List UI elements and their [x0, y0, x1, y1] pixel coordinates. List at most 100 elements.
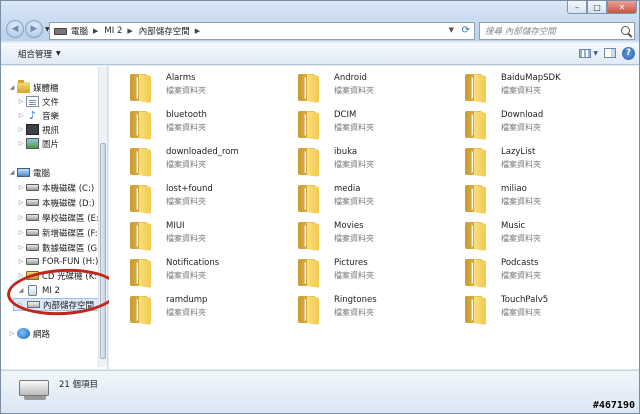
- nav-item-videos[interactable]: ▷ 視訊: [16, 123, 59, 136]
- navigation-buttons: ◀ ▶ ▼: [6, 20, 50, 38]
- folder-item[interactable]: Movies 檔案資料夾: [292, 220, 452, 254]
- nav-item-pictures[interactable]: ▷ 圖片: [16, 137, 59, 150]
- expand-icon[interactable]: ▷: [16, 258, 26, 265]
- maximize-button[interactable]: □: [587, 1, 607, 14]
- help-icon[interactable]: ?: [622, 46, 635, 60]
- collapse-icon[interactable]: ◢: [7, 84, 17, 91]
- expand-icon[interactable]: ▷: [7, 330, 17, 337]
- expand-icon[interactable]: ▷: [16, 184, 26, 191]
- folder-type: 檔案資料夾: [334, 271, 374, 280]
- folder-item[interactable]: Android 檔案資料夾: [292, 72, 452, 106]
- network-icon: [17, 328, 30, 339]
- folder-type: 檔案資料夾: [334, 86, 374, 95]
- folder-item[interactable]: Music 檔案資料夾: [459, 220, 619, 254]
- folder-type: 檔案資料夾: [334, 123, 374, 132]
- video-icon: [26, 124, 39, 135]
- nav-scrollbar-thumb[interactable]: [100, 143, 106, 359]
- nav-item-drive-d[interactable]: ▷ 本機磁碟 (D:): [16, 196, 95, 209]
- nav-item-libraries[interactable]: ◢ 媒體櫃: [7, 80, 59, 94]
- folder-icon: [459, 109, 490, 140]
- chevron-down-icon: ▼: [56, 50, 61, 57]
- hard-drive-icon: [26, 229, 39, 236]
- item-count: 21 個項目: [59, 380, 99, 390]
- folder-type: 檔案資料夾: [166, 123, 206, 132]
- folder-item[interactable]: Alarms 檔案資料夾: [124, 72, 284, 106]
- file-list: Alarms 檔案資料夾 Android 檔案資料夾 BaiduMapSDK 檔案資料夾 b…: [109, 66, 639, 369]
- folder-name: miliao: [501, 184, 527, 194]
- change-view-button[interactable]: ▼: [579, 46, 598, 60]
- folder-item[interactable]: TouchPalv5 檔案資料夾: [459, 294, 619, 328]
- address-history-dropdown-icon[interactable]: ▼: [449, 26, 454, 34]
- expand-icon[interactable]: ▷: [16, 214, 26, 221]
- folder-item[interactable]: BaiduMapSDK 檔案資料夾: [459, 72, 619, 106]
- folder-item[interactable]: Ringtones 檔案資料夾: [292, 294, 452, 328]
- minimize-button[interactable]: –: [567, 1, 587, 14]
- folder-item[interactable]: ramdump 檔案資料夾: [124, 294, 284, 328]
- folder-item[interactable]: Notifications 檔案資料夾: [124, 257, 284, 291]
- hard-drive-icon: [26, 258, 39, 265]
- expand-icon[interactable]: ▷: [16, 244, 26, 251]
- folder-item[interactable]: Podcasts 檔案資料夾: [459, 257, 619, 291]
- folder-item[interactable]: LazyList 檔案資料夾: [459, 146, 619, 180]
- nav-item-computer[interactable]: ◢ 電腦: [7, 166, 50, 179]
- expand-icon[interactable]: ▷: [16, 98, 26, 105]
- folder-icon: [124, 109, 155, 140]
- folder-type: 檔案資料夾: [501, 197, 541, 206]
- chevron-right-icon[interactable]: ▶: [195, 27, 200, 35]
- folder-name: bluetooth: [166, 110, 207, 120]
- nav-item-drive-h[interactable]: ▷ FOR-FUN (H:): [16, 255, 99, 268]
- nav-item-documents[interactable]: ▷ 文件: [16, 95, 59, 108]
- folder-name: Alarms: [166, 73, 196, 83]
- expand-icon[interactable]: ▷: [16, 126, 26, 133]
- nav-scrollbar[interactable]: [98, 67, 107, 367]
- forward-button[interactable]: ▶: [25, 20, 43, 38]
- folder-icon: [459, 146, 490, 177]
- nav-item-music[interactable]: ▷ ♪ 音樂: [16, 109, 59, 122]
- folder-type: 檔案資料夾: [501, 271, 541, 280]
- folder-name: Ringtones: [334, 295, 377, 305]
- folder-type: 檔案資料夾: [166, 160, 206, 169]
- folder-item[interactable]: Download 檔案資料夾: [459, 109, 619, 143]
- expand-icon[interactable]: ▷: [16, 112, 26, 119]
- folder-item[interactable]: DCIM 檔案資料夾: [292, 109, 452, 143]
- expand-icon[interactable]: ▷: [16, 229, 26, 236]
- breadcrumb-internal-storage[interactable]: 內部儲存空間 ▶: [139, 25, 200, 37]
- back-button[interactable]: ◀: [6, 20, 24, 38]
- folder-icon: [459, 294, 490, 325]
- search-icon[interactable]: [621, 26, 630, 35]
- expand-icon[interactable]: ▷: [16, 140, 26, 147]
- music-icon: ♪: [28, 109, 37, 122]
- chevron-right-icon[interactable]: ▶: [127, 27, 132, 35]
- folder-name: Movies: [334, 221, 364, 231]
- folder-icon: [292, 257, 323, 288]
- nav-item-drive-g[interactable]: ▷ 數據磁碟區 (G:): [16, 241, 104, 254]
- folder-item[interactable]: bluetooth 檔案資料夾: [124, 109, 284, 143]
- folder-item[interactable]: media 檔案資料夾: [292, 183, 452, 217]
- folder-type: 檔案資料夾: [166, 234, 206, 243]
- folder-item[interactable]: miliao 檔案資料夾: [459, 183, 619, 217]
- organize-button[interactable]: 組合管理 ▼: [18, 48, 61, 60]
- folder-item[interactable]: downloaded_rom 檔案資料夾: [124, 146, 284, 180]
- folder-type: 檔案資料夾: [166, 197, 206, 206]
- folder-icon: [292, 109, 323, 140]
- folder-item[interactable]: MIUI 檔案資料夾: [124, 220, 284, 254]
- folder-icon: [292, 183, 323, 214]
- nav-item-drive-f[interactable]: ▷ 新增磁碟區 (F:): [16, 226, 101, 239]
- search-input[interactable]: 搜尋 內部儲存空間: [479, 22, 635, 40]
- chevron-right-icon[interactable]: ▶: [93, 27, 98, 35]
- hard-drive-icon: [26, 214, 39, 221]
- nav-item-drive-e[interactable]: ▷ 學校磁碟區 (E:): [16, 211, 102, 224]
- folder-item[interactable]: lost+found 檔案資料夾: [124, 183, 284, 217]
- close-button[interactable]: ✕: [607, 1, 637, 14]
- address-bar[interactable]: 電腦 ▶ MI 2 ▶ 內部儲存空間 ▶ ▼ ⟳: [49, 22, 475, 40]
- breadcrumb-device[interactable]: MI 2 ▶: [104, 26, 132, 36]
- preview-pane-button[interactable]: [604, 46, 616, 60]
- nav-item-drive-c[interactable]: ▷ 本機磁碟 (C:): [16, 181, 94, 194]
- collapse-icon[interactable]: ◢: [7, 169, 17, 176]
- refresh-icon[interactable]: ⟳: [462, 25, 470, 36]
- nav-item-network[interactable]: ▷ 網路: [7, 327, 50, 340]
- expand-icon[interactable]: ▷: [16, 199, 26, 206]
- folder-item[interactable]: Pictures 檔案資料夾: [292, 257, 452, 291]
- breadcrumb-computer[interactable]: 電腦 ▶: [71, 25, 98, 37]
- folder-item[interactable]: ibuka 檔案資料夾: [292, 146, 452, 180]
